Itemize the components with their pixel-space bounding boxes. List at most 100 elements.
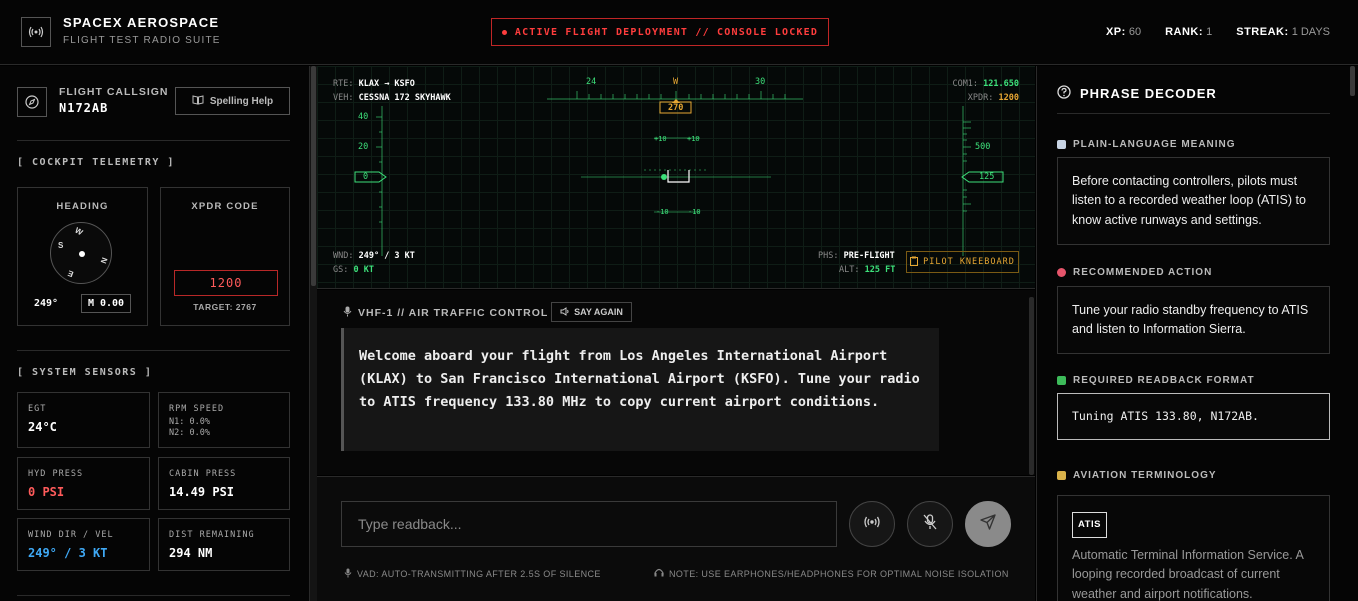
xpdr-code-display: 1200 — [174, 270, 278, 296]
hud-alt-box: 125 — [979, 172, 995, 182]
radio-icon — [21, 17, 51, 47]
hud-phase-value: PRE-FLIGHT — [843, 251, 895, 261]
left-panel: FLIGHT CALLSIGN N172AB Spelling Help [ C… — [0, 66, 310, 601]
hud-gs: GS: 0 KT — [333, 265, 374, 275]
hud-alt-tick-500: 500 — [975, 142, 991, 152]
readback-input[interactable] — [341, 501, 837, 547]
pilot-kneeboard-button[interactable]: PILOT KNEEBOARD — [906, 251, 1019, 273]
broadcast-button[interactable] — [849, 501, 895, 547]
hud-phase: PHS: PRE-FLIGHT — [818, 251, 895, 261]
rank-label: RANK: — [1165, 26, 1204, 38]
streak-value: 1 DAYS — [1291, 26, 1330, 38]
sensor-rpm: RPM SPEED N1: 0.0% N2: 0.0% — [158, 392, 290, 448]
sensor-value: 0 PSI — [28, 485, 65, 499]
hud-pitch-down-r: -10 — [688, 208, 701, 216]
divider — [1057, 113, 1330, 114]
say-again-button[interactable]: SAY AGAIN — [551, 302, 632, 322]
rank-stat: RANK: 1 — [1165, 26, 1212, 38]
telemetry-title: [ COCKPIT TELEMETRY ] — [17, 157, 175, 168]
brand-subtitle: FLIGHT TEST RADIO SUITE — [63, 35, 221, 46]
meaning-box: Before contacting controllers, pilots mu… — [1057, 157, 1330, 245]
hud-phase-label: PHS: — [818, 251, 839, 261]
streak-stat: STREAK: 1 DAYS — [1236, 26, 1330, 38]
books-icon — [1057, 471, 1066, 480]
meaning-label-text: PLAIN-LANGUAGE MEANING — [1073, 139, 1236, 150]
heading-title: HEADING — [56, 201, 109, 212]
hud-speed-tick-20: 20 — [358, 142, 369, 152]
hud-wind-label: WND: — [333, 251, 354, 261]
sensor-wind: WIND DIR / VEL 249° / 3 KT — [17, 518, 150, 571]
action-box: Tune your radio standby frequency to ATI… — [1057, 286, 1330, 354]
compass-w: W — [73, 225, 85, 238]
action-label: RECOMMENDED ACTION — [1057, 267, 1212, 278]
center-scrollbar-thumb[interactable] — [311, 66, 316, 286]
term-tag: ATIS — [1072, 512, 1107, 538]
hud-gs-label: GS: — [333, 265, 349, 275]
compass-n: N — [98, 256, 110, 265]
hud-hdg-right: 30 — [755, 77, 766, 87]
format-label-text: REQUIRED READBACK FORMAT — [1073, 375, 1255, 386]
phrase-decoder-panel: PHRASE DECODER PLAIN-LANGUAGE MEANING Be… — [1036, 66, 1358, 601]
hud-hdg-left: 24 — [586, 77, 597, 87]
hud-pitch-up-r: +10 — [687, 135, 700, 143]
decoder-title: PHRASE DECODER — [1057, 85, 1217, 102]
hud-alt: ALT: 125 FT — [839, 265, 895, 275]
mic-off-icon — [923, 513, 937, 535]
hud-gs-value: 0 KT — [353, 265, 374, 275]
term-description: Automatic Terminal Information Service. … — [1072, 547, 1304, 601]
xpdr-card: XPDR CODE 1200 TARGET: 2767 — [160, 187, 290, 326]
earphone-note-text: NOTE: USE EARPHONES/HEADPHONES FOR OPTIM… — [669, 568, 1009, 579]
hud-speed-box: 0 — [363, 172, 369, 182]
atc-channel-label: VHF-1 // AIR TRAFFIC CONTROL — [358, 307, 549, 319]
hud-pitch-up-l: +10 — [654, 135, 667, 143]
sensor-n2: N2: 0.0% — [169, 428, 210, 438]
terminology-label-text: AVIATION TERMINOLOGY — [1073, 470, 1217, 481]
sensor-distance: DIST REMAINING 294 NM — [158, 518, 290, 571]
sensor-value: 294 NM — [169, 546, 213, 560]
compass-e: E — [66, 268, 75, 279]
right-scrollbar-thumb[interactable] — [1350, 66, 1355, 96]
meaning-label: PLAIN-LANGUAGE MEANING — [1057, 139, 1236, 150]
sensor-label: EGT — [28, 404, 47, 414]
xp-label: XP: — [1105, 26, 1126, 38]
streak-label: STREAK: — [1236, 26, 1289, 38]
xp-stat: XP: 60 — [1106, 26, 1141, 38]
heading-compass-dial: S W N E — [50, 222, 112, 284]
help-circle-icon — [1057, 85, 1071, 102]
sensor-egt: EGT 24°C — [17, 392, 150, 448]
atc-channel: VHF-1 // AIR TRAFFIC CONTROL — [343, 306, 548, 320]
alert-dot — [501, 29, 507, 35]
divider — [17, 140, 290, 141]
book-icon — [1057, 140, 1066, 149]
hud-alt-label: ALT: — [839, 265, 860, 275]
atc-panel: VHF-1 // AIR TRAFFIC CONTROL SAY AGAIN W… — [317, 290, 1035, 475]
atc-scrollbar[interactable] — [1029, 297, 1034, 475]
heading-mag: M 0.00 — [81, 294, 131, 313]
sensor-value: 24°C — [28, 420, 57, 434]
atc-message: Welcome aboard your flight from Los Ange… — [341, 328, 939, 451]
sensor-label: HYD PRESS — [28, 469, 84, 479]
sensor-hyd: HYD PRESS 0 PSI — [17, 457, 150, 510]
compass-s: S — [58, 241, 64, 250]
callsign-label: FLIGHT CALLSIGN — [59, 86, 169, 98]
brand-title: SPACEX AEROSPACE — [63, 15, 220, 30]
xpdr-title: XPDR CODE — [191, 201, 259, 212]
mic-toggle-button[interactable] — [907, 501, 953, 547]
deployment-alert: ACTIVE FLIGHT DEPLOYMENT // CONSOLE LOCK… — [491, 18, 829, 46]
speaker-icon — [560, 306, 570, 318]
app-header: SPACEX AEROSPACE FLIGHT TEST RADIO SUITE… — [0, 0, 1358, 65]
readback-format-box: Tuning ATIS 133.80, N172AB. — [1057, 393, 1330, 440]
earphone-note: NOTE: USE EARPHONES/HEADPHONES FOR OPTIM… — [654, 568, 1009, 579]
dial-center — [79, 251, 85, 257]
sensor-cabin: CABIN PRESS 14.49 PSI — [158, 457, 290, 510]
send-button[interactable] — [965, 501, 1011, 547]
headphones-icon — [654, 568, 664, 579]
terminology-box: ATIS Automatic Terminal Information Serv… — [1057, 495, 1330, 601]
divider — [17, 350, 290, 351]
spelling-help-button[interactable]: Spelling Help — [175, 87, 290, 115]
sensors-title: [ SYSTEM SENSORS ] — [17, 367, 153, 378]
action-label-text: RECOMMENDED ACTION — [1073, 267, 1213, 278]
flight-hud: RTE: KLAX → KSFO VEH: CESSNA 172 SKYHAWK… — [317, 66, 1035, 289]
target-icon — [1057, 268, 1066, 277]
sensor-value: 14.49 PSI — [169, 485, 235, 499]
